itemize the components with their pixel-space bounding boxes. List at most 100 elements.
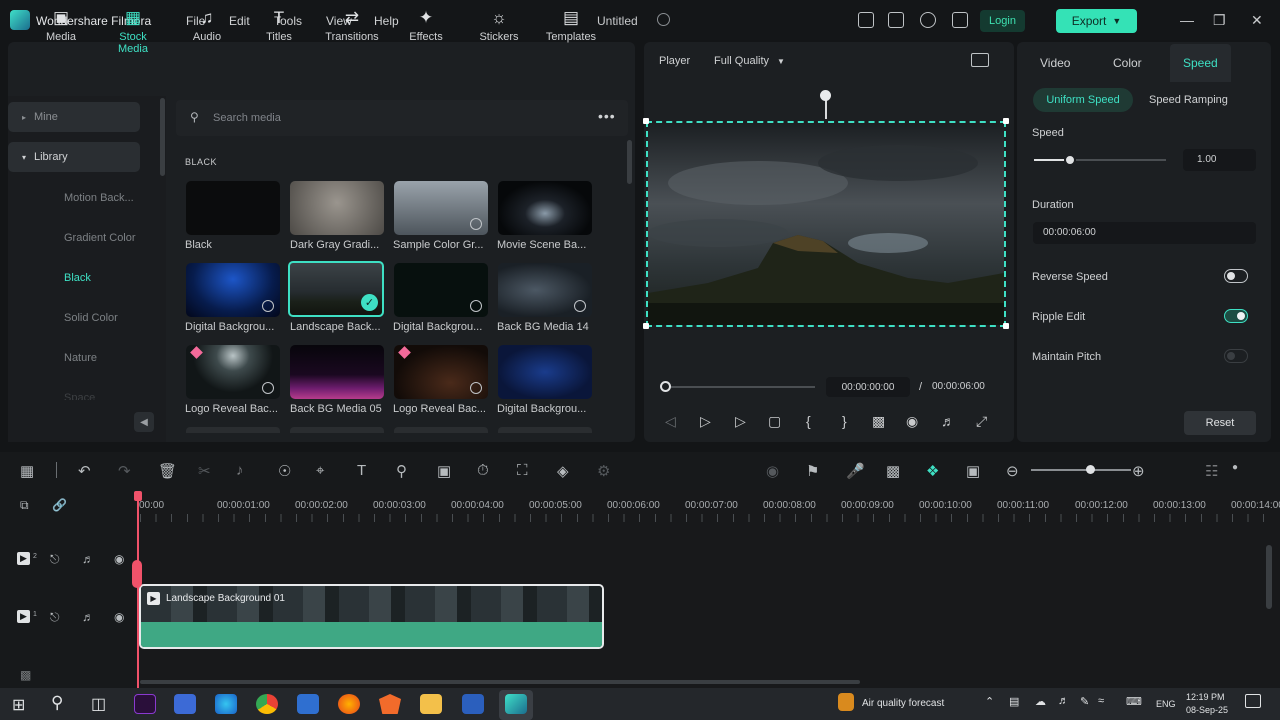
language-indicator[interactable]: ENG <box>1156 699 1176 709</box>
pen-icon[interactable]: ✎ <box>1080 695 1089 708</box>
sidebar-item-solid[interactable]: Solid Color <box>64 312 118 324</box>
scrubber-handle[interactable] <box>660 381 671 392</box>
sidebar-item-library[interactable]: ▾ Library <box>8 142 140 172</box>
tab-transitions[interactable]: ⇄ Transitions <box>322 8 382 43</box>
eye-icon[interactable]: ◉ <box>114 610 124 624</box>
display-icon[interactable]: ▩ <box>872 413 885 430</box>
save-icon[interactable] <box>888 12 904 28</box>
maximize-icon[interactable]: ❐ <box>1213 12 1226 29</box>
audio-edit-icon[interactable]: ♪ <box>236 462 244 479</box>
media-scrollbar[interactable] <box>627 140 632 184</box>
timeline-h-scrollbar[interactable] <box>140 680 860 684</box>
speed-slider-handle[interactable] <box>1064 154 1076 166</box>
tab-effects[interactable]: ✦ Effects <box>396 8 456 43</box>
timer-icon[interactable]: ⏱ <box>477 462 489 479</box>
sidebar-scrollbar[interactable] <box>160 98 165 176</box>
step-play-icon[interactable]: ▷ <box>700 413 711 430</box>
layout-icon[interactable] <box>858 12 874 28</box>
zoom-out-icon[interactable]: ⊖ <box>1006 462 1019 480</box>
tab-templates[interactable]: ▤ Templates <box>541 8 601 43</box>
playhead-marker[interactable] <box>132 560 142 588</box>
chrome-app-icon[interactable] <box>256 694 278 714</box>
focus-icon[interactable]: ⛶ <box>517 462 528 479</box>
snapshot-view-icon[interactable] <box>971 53 989 67</box>
pip-icon[interactable]: ▣ <box>966 462 980 480</box>
thumb-partial[interactable] <box>290 427 384 433</box>
zoom-tool-icon[interactable]: ⚲ <box>396 462 407 480</box>
playback-scrubber[interactable] <box>665 386 815 388</box>
timeline-scrollbar[interactable] <box>1266 545 1272 609</box>
tab-stickers[interactable]: ☼ Stickers <box>469 8 529 43</box>
delete-icon[interactable]: 🗑 <box>158 462 177 480</box>
download-icon[interactable] <box>262 382 274 394</box>
duration-input[interactable]: 00:00:06:00 <box>1033 222 1256 244</box>
ripple-edit-toggle[interactable] <box>1224 309 1248 323</box>
more-icon[interactable]: ● <box>1232 462 1238 473</box>
prev-frame-icon[interactable]: ◁ <box>665 413 676 430</box>
mute-icon[interactable]: ♬ <box>82 552 94 566</box>
task-view-icon[interactable]: ◫ <box>91 694 106 714</box>
undo-icon[interactable]: ↶ <box>78 462 91 480</box>
tab-stock-media[interactable]: ▦ Stock Media <box>103 8 163 55</box>
sidebar-item-space[interactable]: Space <box>64 392 95 400</box>
ai-icon[interactable]: ⚙ <box>597 462 610 480</box>
maintain-pitch-toggle[interactable] <box>1224 349 1248 363</box>
store-app-icon[interactable] <box>297 694 319 714</box>
lock-icon[interactable]: ⎋ <box>50 610 60 625</box>
thumb-digital-background-3[interactable] <box>498 345 592 399</box>
eye-icon[interactable]: ◉ <box>114 552 124 566</box>
cloud-icon[interactable] <box>920 12 936 28</box>
layout-grid-icon[interactable]: ▦ <box>20 462 34 480</box>
thumb-logo-reveal-2[interactable] <box>394 345 488 399</box>
playhead[interactable] <box>137 492 139 688</box>
wifi-icon[interactable]: ≈ <box>1098 695 1104 707</box>
render-icon[interactable]: ◉ <box>766 462 779 480</box>
tab-color[interactable]: Color <box>1113 56 1142 70</box>
download-icon[interactable] <box>574 300 586 312</box>
resize-handle[interactable] <box>643 323 649 329</box>
download-icon[interactable] <box>470 300 482 312</box>
tray-chevron-icon[interactable]: ⌃ <box>985 695 994 708</box>
thumb-dark-gray-gradient[interactable] <box>290 181 384 235</box>
thumb-back-bg-14[interactable] <box>498 263 592 317</box>
resize-handle[interactable] <box>1003 323 1009 329</box>
clock-date[interactable]: 08-Sep-25 <box>1186 705 1228 715</box>
resize-handle[interactable] <box>643 118 649 124</box>
cut-icon[interactable]: ✂ <box>198 462 211 480</box>
marker-icon[interactable]: ⚑ <box>806 462 819 480</box>
teams-app-icon[interactable] <box>174 694 196 714</box>
weather-icon[interactable] <box>838 693 854 711</box>
file-explorer-icon[interactable] <box>420 694 442 714</box>
download-icon[interactable] <box>262 300 274 312</box>
filmora-app-icon[interactable] <box>505 694 527 714</box>
word-app-icon[interactable] <box>462 694 484 714</box>
thumb-partial[interactable] <box>186 427 280 433</box>
reverse-speed-toggle[interactable] <box>1224 269 1248 283</box>
mark-in-icon[interactable]: { <box>806 413 811 429</box>
edge-app-icon[interactable] <box>215 694 237 714</box>
weather-text[interactable]: Air quality forecast <box>862 698 944 709</box>
windows-start-icon[interactable]: ⊞ <box>12 695 25 715</box>
thumb-digital-background-1[interactable] <box>186 263 280 317</box>
fullscreen-icon[interactable]: ⤢ <box>976 413 987 430</box>
current-time[interactable]: 00:00:00:00 <box>826 377 910 397</box>
speed-value-input[interactable]: 1.00 <box>1183 149 1256 171</box>
keyframe-icon[interactable]: ◈ <box>557 462 569 480</box>
thumb-partial[interactable] <box>394 427 488 433</box>
firefox-app-icon[interactable] <box>338 694 360 714</box>
keyboard-icon[interactable]: ⌨ <box>1126 695 1142 708</box>
zoom-in-icon[interactable]: ⊕ <box>1132 462 1145 480</box>
thumb-back-bg-05[interactable] <box>290 345 384 399</box>
sidebar-item-mine[interactable]: ▸ Mine <box>8 102 140 132</box>
text-tool-icon[interactable]: T <box>357 462 366 479</box>
download-icon[interactable] <box>470 382 482 394</box>
audio-mix-icon[interactable]: ▩ <box>886 462 900 480</box>
clock-time[interactable]: 12:19 PM <box>1186 692 1225 702</box>
thumb-movie-scene[interactable] <box>498 181 592 235</box>
thumb-sample-color[interactable] <box>394 181 488 235</box>
premiere-app-icon[interactable] <box>134 694 156 714</box>
playhead-handle[interactable] <box>134 491 142 501</box>
zoom-slider-handle[interactable] <box>1086 465 1095 474</box>
taskbar-search-icon[interactable]: ⚲ <box>51 693 63 713</box>
stop-icon[interactable]: ▢ <box>768 413 781 430</box>
